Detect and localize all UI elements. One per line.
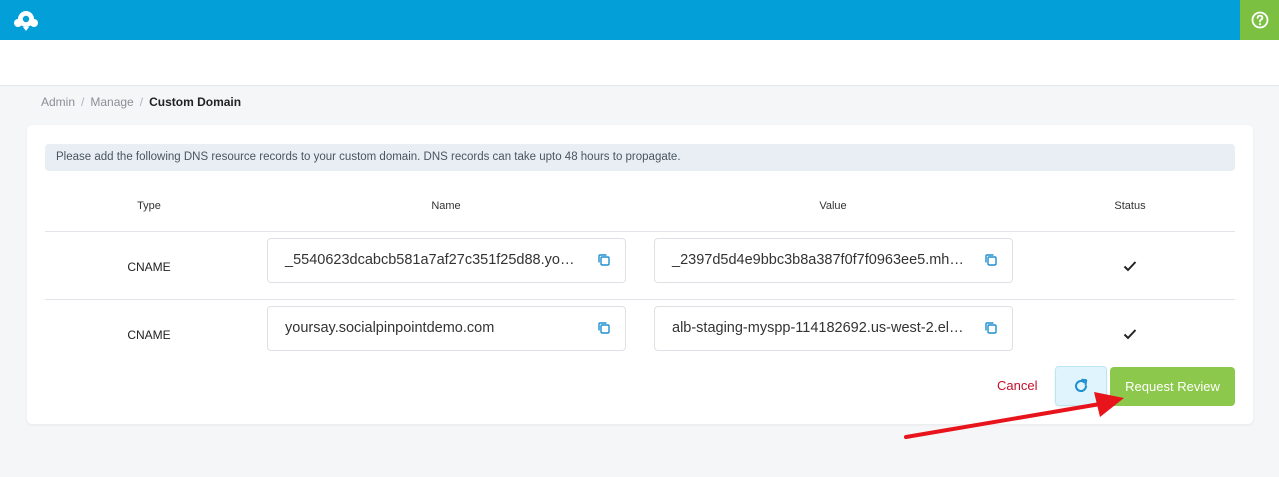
check-icon: [1123, 329, 1137, 340]
breadcrumb-admin[interactable]: Admin: [41, 95, 75, 109]
check-icon: [1123, 261, 1137, 272]
breadcrumb-separator: /: [81, 95, 85, 109]
record-value-field[interactable]: _2397d5d4e9bbc3b8a387f0f7f0963ee5.mhbtsb…: [654, 238, 1013, 283]
header-value: Value: [819, 200, 847, 212]
breadcrumb-current: Custom Domain: [149, 95, 242, 109]
copy-icon[interactable]: [597, 253, 611, 267]
cancel-button[interactable]: Cancel: [997, 378, 1037, 393]
table-row: CNAME _5540623dcabcb581a7af27c351f25d88.…: [45, 231, 1235, 299]
dns-records-card: Please add the following DNS resource re…: [27, 125, 1253, 424]
record-value-field[interactable]: alb-staging-myspp-114182692.us-west-2.el…: [654, 306, 1013, 351]
refresh-button[interactable]: [1055, 366, 1107, 406]
header-name: Name: [431, 200, 461, 212]
table-row: CNAME yoursay.socialpinpointdemo.com alb…: [45, 299, 1235, 367]
copy-icon[interactable]: [984, 253, 998, 267]
record-type: CNAME: [127, 328, 171, 342]
copy-icon[interactable]: [597, 321, 611, 335]
breadcrumb-manage[interactable]: Manage: [90, 95, 133, 109]
record-type: CNAME: [127, 260, 171, 274]
breadcrumb-separator: /: [139, 95, 144, 109]
record-name-field[interactable]: _5540623dcabcb581a7af27c351f25d88.yoursa…: [267, 238, 626, 283]
help-button[interactable]: [1240, 0, 1279, 40]
header-type: Type: [137, 200, 161, 212]
refresh-icon: [1075, 378, 1088, 392]
table-header: Type Name Value Status: [45, 190, 1235, 231]
top-bar: [0, 0, 1279, 40]
info-message: Please add the following DNS resource re…: [45, 144, 1235, 171]
copy-icon[interactable]: [984, 321, 998, 335]
help-circle-icon: [1251, 11, 1268, 29]
breadcrumb: Admin / Manage / Custom Domain: [41, 95, 241, 109]
header-status: Status: [1114, 200, 1146, 212]
sub-header: [0, 40, 1279, 86]
logo-icon[interactable]: [12, 8, 40, 32]
request-review-button[interactable]: Request Review: [1110, 367, 1235, 406]
record-name-field[interactable]: yoursay.socialpinpointdemo.com: [267, 306, 626, 351]
